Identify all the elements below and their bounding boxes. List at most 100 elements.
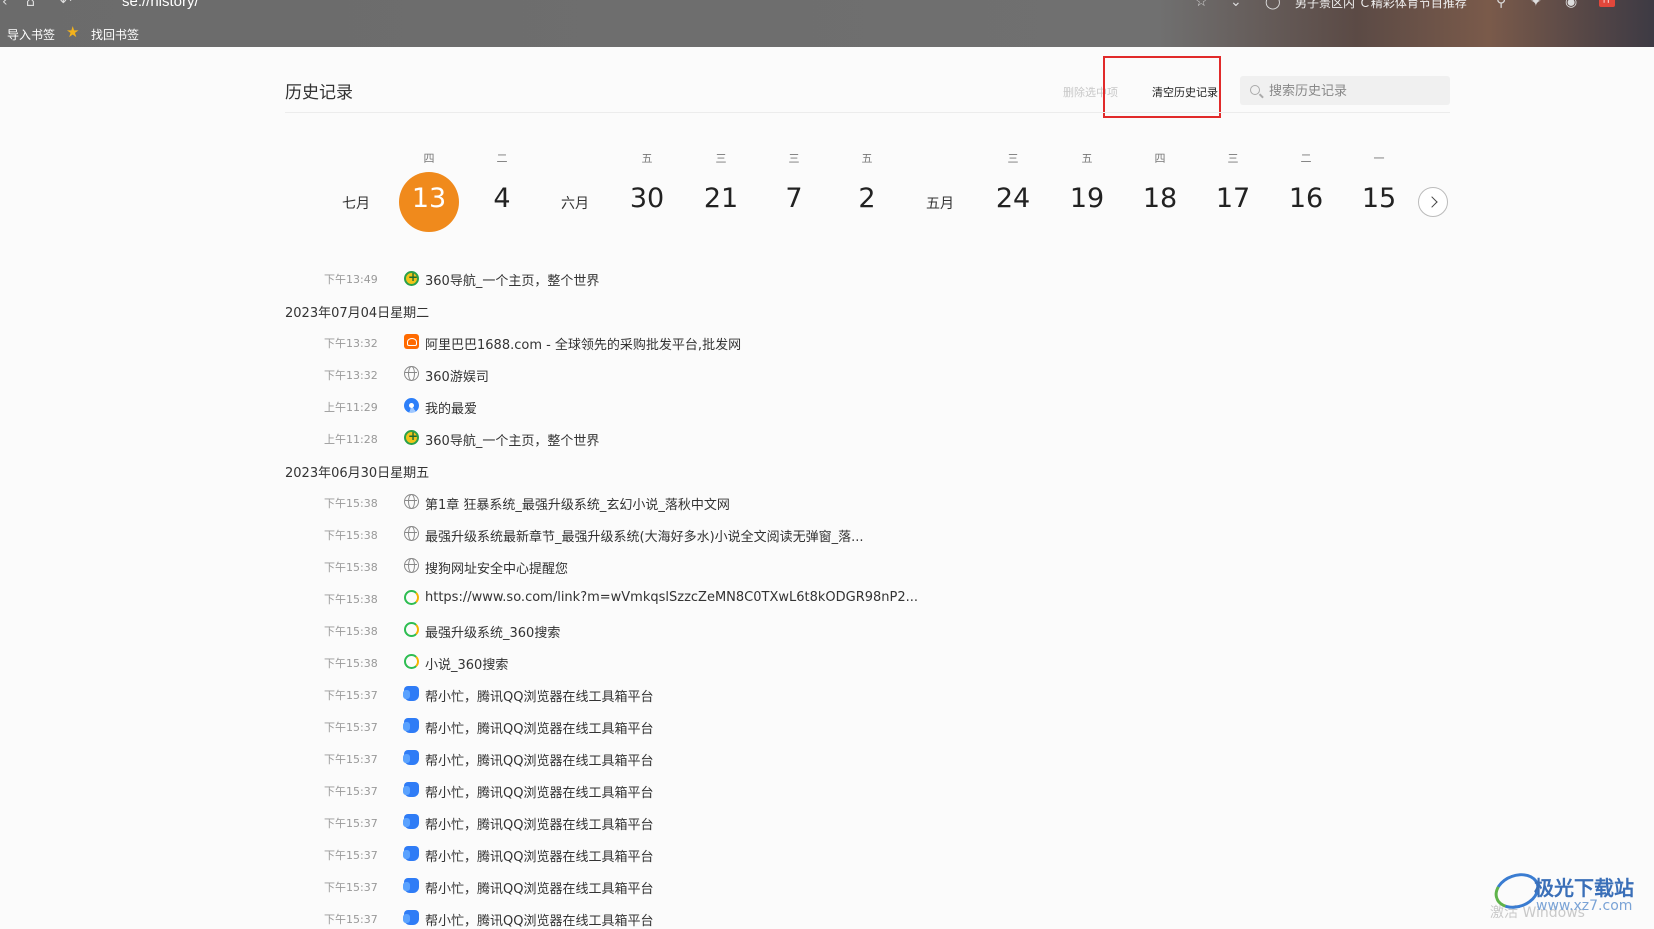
entry-title-link[interactable]: 阿里巴巴1688.com - 全球领先的采购批发平台,批发网 bbox=[425, 334, 741, 353]
entry-time: 下午15:37 bbox=[324, 849, 378, 862]
month-label-july: 七月 bbox=[342, 196, 370, 212]
entry-title-link[interactable]: 帮小忙，腾讯QQ浏览器在线工具箱平台 bbox=[425, 846, 653, 865]
360-nav-icon bbox=[404, 429, 419, 445]
globe-icon[interactable]: ◉ bbox=[1565, 0, 1577, 10]
entry-title-link[interactable]: 360导航_一个主页，整个世界 bbox=[425, 430, 599, 449]
undo-icon[interactable]: ↶ bbox=[60, 0, 72, 10]
date-group-heading: 2023年07月04日星期二 bbox=[285, 306, 430, 321]
site-watermark: 激活 Windows 极光下载站 www.xz7.com bbox=[1489, 867, 1654, 926]
url-text[interactable]: se://history/ bbox=[122, 0, 199, 10]
weekday-label: 五 bbox=[1081, 152, 1093, 165]
entry-time: 上午11:29 bbox=[324, 401, 378, 414]
import-bookmarks-link[interactable]: 导入书签 bbox=[7, 26, 55, 43]
annotation-highlight-box bbox=[1103, 56, 1221, 118]
entry-title-link[interactable]: https://www.so.com/link?m=wVmkqslSzzcZeM… bbox=[425, 590, 918, 605]
browser-chrome: ‹ ⌂ ↶ se://history/ ☆ ⌄ ◯ 男子景区内 Ｃ精彩体育节目推… bbox=[0, 0, 1654, 47]
chevron-down-icon[interactable]: ⌄ bbox=[1230, 0, 1242, 10]
entry-title-link[interactable]: 帮小忙，腾讯QQ浏览器在线工具箱平台 bbox=[425, 782, 653, 801]
extension-icon[interactable]: ✦ bbox=[1530, 0, 1542, 10]
weekday-label: 一 bbox=[1373, 152, 1385, 165]
entry-time: 下午15:38 bbox=[324, 529, 378, 542]
entry-title-link[interactable]: 帮小忙，腾讯QQ浏览器在线工具箱平台 bbox=[425, 878, 653, 897]
entry-title-link[interactable]: 第1章 狂暴系统_最强升级系统_玄幻小说_落秋中文网 bbox=[425, 494, 730, 513]
360-search-icon bbox=[404, 590, 419, 605]
entry-title-link[interactable]: 最强升级系统最新章节_最强升级系统(大海好多水)小说全文阅读无弹窗_落... bbox=[425, 526, 864, 545]
entry-time: 下午13:49 bbox=[324, 273, 378, 286]
search-box[interactable] bbox=[1240, 76, 1450, 105]
day-button[interactable]: 19 bbox=[1055, 183, 1119, 214]
globe-icon bbox=[404, 366, 419, 381]
qq-browser-icon bbox=[403, 814, 419, 829]
entry-time: 下午15:38 bbox=[324, 593, 378, 606]
weekday-label: 三 bbox=[788, 152, 800, 165]
day-button[interactable]: 7 bbox=[762, 183, 826, 214]
day-button[interactable]: 18 bbox=[1128, 183, 1192, 214]
entry-title-link[interactable]: 帮小忙，腾讯QQ浏览器在线工具箱平台 bbox=[425, 718, 653, 737]
entry-time: 下午15:38 bbox=[324, 625, 378, 638]
search-suggestion-text[interactable]: 男子景区内 Ｃ精彩体育节目推荐 bbox=[1295, 0, 1467, 11]
entry-time: 下午13:32 bbox=[324, 337, 378, 350]
weekday-label: 五 bbox=[641, 152, 653, 165]
360-search-icon bbox=[404, 654, 419, 669]
entry-title-link[interactable]: 帮小忙，腾讯QQ浏览器在线工具箱平台 bbox=[425, 750, 653, 769]
day-button[interactable]: 4 bbox=[470, 183, 534, 214]
alibaba-icon bbox=[404, 334, 419, 349]
day-button[interactable]: 17 bbox=[1201, 183, 1265, 214]
entry-title-link[interactable]: 我的最爱 bbox=[425, 398, 477, 417]
entry-title-link[interactable]: 小说_360搜索 bbox=[425, 654, 508, 673]
entry-title-link[interactable]: 搜狗网址安全中心提醒您 bbox=[425, 558, 568, 577]
entry-time: 上午11:28 bbox=[324, 433, 378, 446]
search-icon[interactable]: ⚲ bbox=[1496, 0, 1506, 10]
star-icon[interactable]: ☆ bbox=[1195, 0, 1208, 10]
qq-browser-icon bbox=[403, 686, 419, 701]
avatar-badge[interactable]: 伴 bbox=[1599, 0, 1615, 7]
weekday-label: 二 bbox=[1300, 152, 1312, 165]
day-button[interactable]: 16 bbox=[1274, 183, 1338, 214]
page-title: 历史记录 bbox=[285, 83, 353, 103]
entry-time: 下午13:32 bbox=[324, 369, 378, 382]
weekday-label: 三 bbox=[1227, 152, 1239, 165]
entry-title-link[interactable]: 帮小忙，腾讯QQ浏览器在线工具箱平台 bbox=[425, 910, 653, 929]
header-divider bbox=[285, 112, 1450, 113]
day-button[interactable]: 30 bbox=[615, 183, 679, 214]
search-icon bbox=[1250, 85, 1260, 95]
entry-time: 下午15:37 bbox=[324, 881, 378, 894]
date-group-heading: 2023年06月30日星期五 bbox=[285, 466, 430, 481]
search-engine-icon[interactable]: ◯ bbox=[1265, 0, 1281, 10]
entry-title-link[interactable]: 360导航_一个主页，整个世界 bbox=[425, 270, 599, 289]
entry-time: 下午15:37 bbox=[324, 721, 378, 734]
entry-time: 下午15:38 bbox=[324, 497, 378, 510]
360-search-icon bbox=[404, 622, 419, 637]
search-input[interactable] bbox=[1267, 80, 1446, 102]
qq-browser-icon bbox=[403, 750, 419, 765]
back-icon[interactable]: ‹ bbox=[2, 0, 8, 10]
watermark-site-url: www.xz7.com bbox=[1536, 898, 1633, 914]
swirl-icon bbox=[404, 398, 419, 413]
weekday-label: 五 bbox=[861, 152, 873, 165]
weekday-label: 四 bbox=[423, 152, 435, 165]
entry-time: 下午15:37 bbox=[324, 753, 378, 766]
entry-title-link[interactable]: 360游娱司 bbox=[425, 366, 489, 385]
entry-title-link[interactable]: 最强升级系统_360搜索 bbox=[425, 622, 560, 641]
weekday-label: 三 bbox=[715, 152, 727, 165]
home-icon[interactable]: ⌂ bbox=[26, 0, 35, 10]
360-nav-icon bbox=[404, 270, 419, 286]
month-label-may: 五月 bbox=[926, 196, 954, 212]
weekday-label: 四 bbox=[1154, 152, 1166, 165]
globe-icon bbox=[404, 558, 419, 573]
next-dates-button[interactable] bbox=[1418, 187, 1448, 217]
day-button[interactable]: 15 bbox=[1347, 183, 1411, 214]
entry-title-link[interactable]: 帮小忙，腾讯QQ浏览器在线工具箱平台 bbox=[425, 814, 653, 833]
day-button-selected[interactable]: 13 bbox=[397, 183, 461, 214]
day-button[interactable]: 2 bbox=[835, 183, 899, 214]
qq-browser-icon bbox=[403, 782, 419, 797]
day-button[interactable]: 21 bbox=[689, 183, 753, 214]
recover-bookmarks-link[interactable]: 找回书签 bbox=[91, 26, 139, 43]
day-button[interactable]: 24 bbox=[981, 183, 1045, 214]
star-icon: ★ bbox=[66, 23, 80, 41]
entry-title-link[interactable]: 帮小忙，腾讯QQ浏览器在线工具箱平台 bbox=[425, 686, 653, 705]
weekday-label: 二 bbox=[496, 152, 508, 165]
month-label-june: 六月 bbox=[561, 196, 589, 212]
entry-time: 下午15:38 bbox=[324, 657, 378, 670]
weekday-label: 三 bbox=[1007, 152, 1019, 165]
